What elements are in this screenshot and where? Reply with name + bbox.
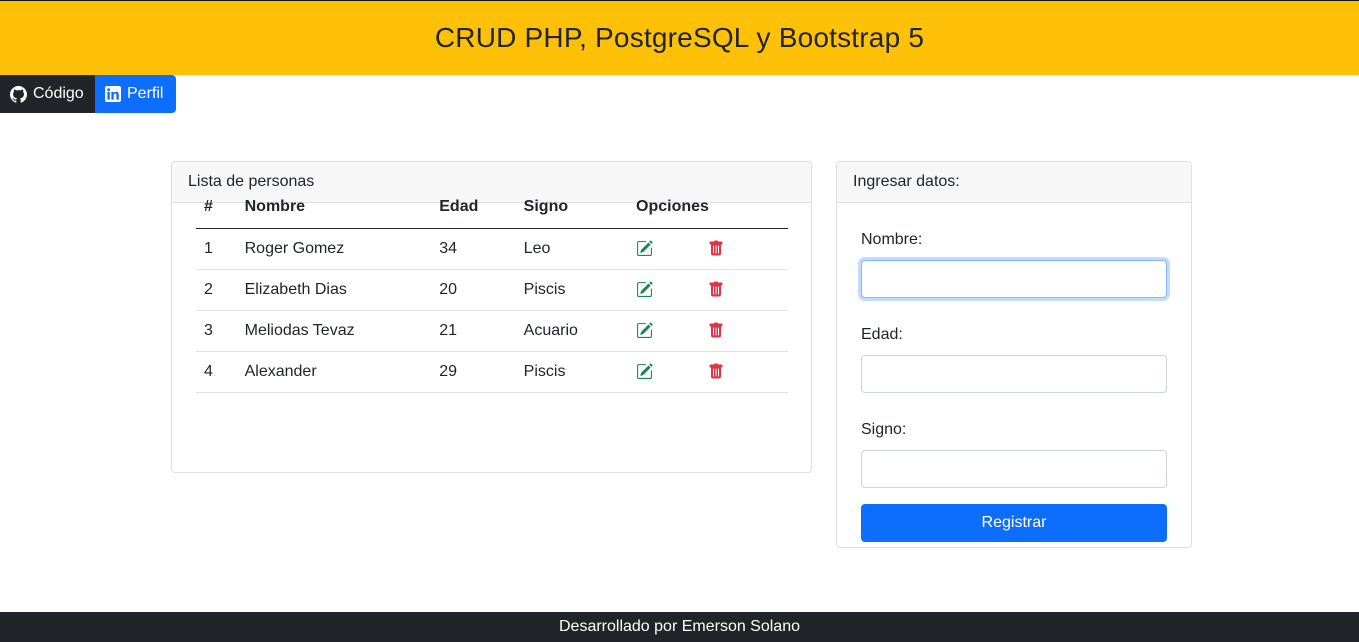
page-header: CRUD PHP, PostgreSQL y Bootstrap 5 — [0, 0, 1359, 75]
people-list-card: Lista de personas # Nombre Edad Signo Op… — [171, 161, 812, 473]
linkedin-icon — [105, 86, 121, 102]
row-age: 34 — [431, 228, 516, 270]
edit-icon[interactable] — [636, 281, 708, 298]
name-input[interactable] — [861, 260, 1167, 298]
page-footer: Desarrollado por Emerson Solano — [0, 612, 1359, 642]
age-label: Edad: — [861, 326, 903, 343]
column-header-age: Edad — [431, 187, 516, 229]
table-row: 2 Elizabeth Dias 20 Piscis — [196, 269, 788, 311]
row-number: 4 — [196, 351, 237, 393]
name-label: Nombre: — [861, 231, 923, 248]
row-options — [628, 351, 788, 393]
row-name: Alexander — [236, 351, 432, 393]
trash-icon[interactable] — [708, 363, 780, 380]
row-number: 1 — [196, 228, 237, 270]
row-options — [628, 228, 788, 270]
row-name: Elizabeth Dias — [236, 269, 432, 311]
link-buttons: Código Perfil — [0, 75, 176, 113]
column-header-name: Nombre — [236, 187, 432, 229]
table-row: 4 Alexander 29 Piscis — [196, 351, 788, 393]
trash-icon[interactable] — [708, 322, 780, 339]
column-header-number: # — [196, 187, 237, 229]
row-number: 2 — [196, 269, 237, 311]
footer-credit: Desarrollado por Emerson Solano — [558, 618, 800, 635]
column-header-sign: Signo — [515, 187, 628, 229]
row-age: 29 — [431, 351, 516, 393]
row-sign: Piscis — [515, 351, 628, 393]
row-name: Meliodas Tevaz — [236, 310, 432, 352]
data-entry-card: Ingresar datos: Nombre: Edad: Signo: Reg… — [836, 161, 1192, 548]
edit-icon[interactable] — [636, 322, 708, 339]
row-options — [628, 269, 788, 311]
data-entry-header: Ingresar datos: — [837, 162, 1191, 203]
row-sign: Piscis — [515, 269, 628, 311]
page-title: CRUD PHP, PostgreSQL y Bootstrap 5 — [434, 22, 925, 53]
sign-input[interactable] — [861, 450, 1167, 488]
age-input[interactable] — [861, 355, 1167, 393]
table-row: 3 Meliodas Tevaz 21 Acuario — [196, 310, 788, 352]
row-age: 21 — [431, 310, 516, 352]
column-header-options: Opciones — [628, 187, 788, 229]
row-age: 20 — [431, 269, 516, 311]
table-row: 1 Roger Gomez 34 Leo — [196, 228, 788, 270]
profile-link-button[interactable]: Perfil — [95, 75, 176, 113]
row-sign: Leo — [515, 228, 628, 270]
row-number: 3 — [196, 310, 237, 352]
row-sign: Acuario — [515, 310, 628, 352]
data-entry-form: Nombre: Edad: Signo: Registrar — [861, 203, 1167, 542]
people-table: # Nombre Edad Signo Opciones 1 Roger Gom… — [196, 187, 788, 393]
register-button[interactable]: Registrar — [861, 504, 1167, 542]
row-options — [628, 310, 788, 352]
row-name: Roger Gomez — [236, 228, 432, 270]
code-link-button[interactable]: Código — [0, 75, 95, 113]
trash-icon[interactable] — [708, 281, 780, 298]
profile-link-label: Perfil — [127, 85, 164, 102]
sign-label: Signo: — [861, 421, 907, 438]
github-icon — [10, 85, 27, 103]
trash-icon[interactable] — [708, 240, 780, 257]
edit-icon[interactable] — [636, 363, 708, 380]
code-link-label: Código — [33, 85, 84, 102]
edit-icon[interactable] — [636, 240, 708, 257]
table-header-row: # Nombre Edad Signo Opciones — [196, 187, 788, 229]
